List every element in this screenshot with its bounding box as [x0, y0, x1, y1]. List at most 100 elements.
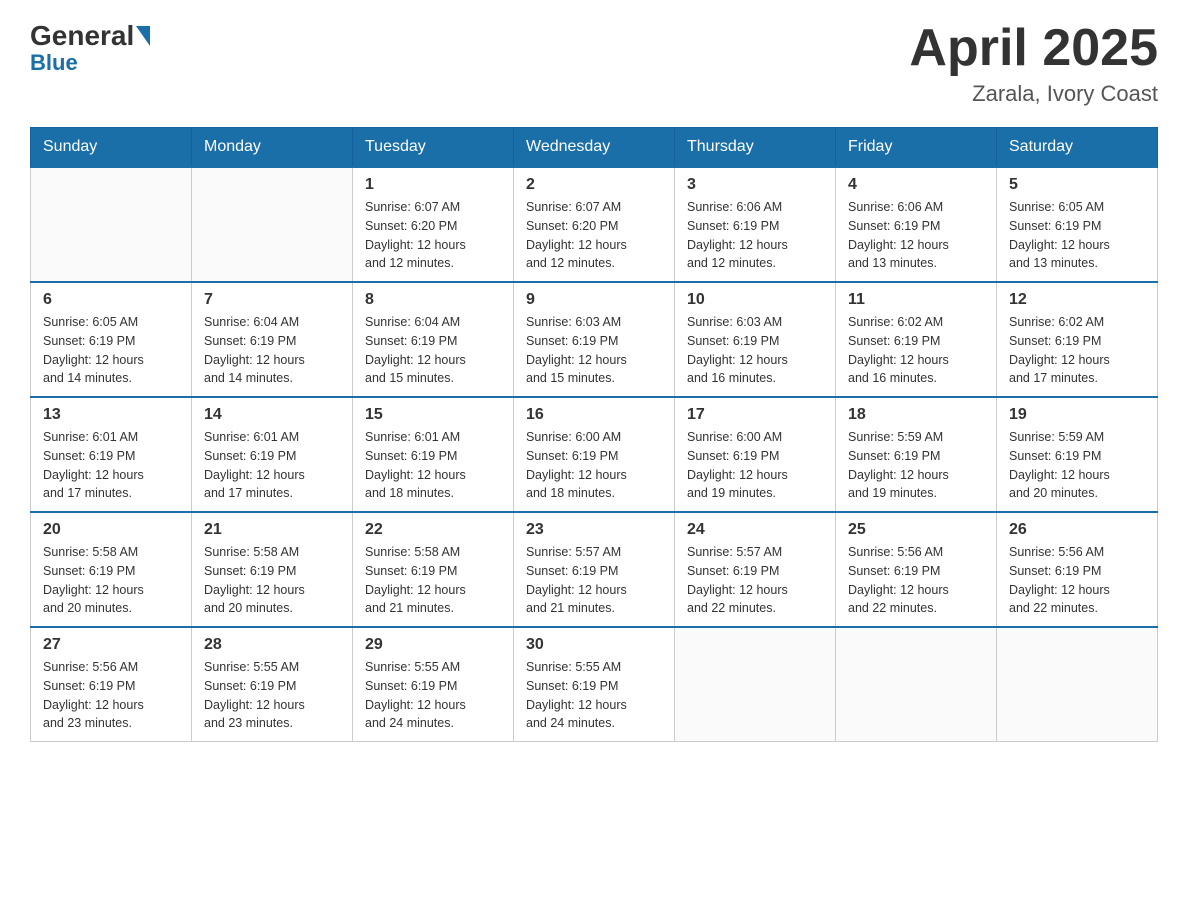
- calendar-cell: 10 Sunrise: 6:03 AM Sunset: 6:19 PM Dayli…: [675, 282, 836, 397]
- weekday-header-friday: Friday: [836, 128, 997, 168]
- day-info: Sunrise: 5:55 AM Sunset: 6:19 PM Dayligh…: [204, 658, 340, 733]
- calendar-cell: 5 Sunrise: 6:05 AM Sunset: 6:19 PM Daylig…: [997, 167, 1158, 282]
- calendar-cell: 4 Sunrise: 6:06 AM Sunset: 6:19 PM Daylig…: [836, 167, 997, 282]
- calendar-cell: 12Sunrise: 6:02 AM Sunset: 6:19 PM Dayli…: [997, 282, 1158, 397]
- day-number: 25: [848, 521, 984, 539]
- day-info: Sunrise: 5:58 AM Sunset: 6:19 PM Dayligh…: [43, 543, 179, 618]
- week-row-3: 13 Sunrise: 6:01 AM Sunset: 6:19 PM Dayli…: [31, 397, 1158, 512]
- day-number: 16: [526, 406, 662, 424]
- day-info: Sunrise: 6:05 AM Sunset: 6:19 PM Dayligh…: [43, 313, 179, 388]
- day-info: Sunrise: 5:57 AM Sunset: 6:19 PM Dayligh…: [687, 543, 823, 618]
- week-row-5: 27Sunrise: 5:56 AM Sunset: 6:19 PM Dayli…: [31, 627, 1158, 742]
- day-info: Sunrise: 5:57 AM Sunset: 6:19 PM Dayligh…: [526, 543, 662, 618]
- calendar-cell: 16 Sunrise: 6:00 AM Sunset: 6:19 PM Dayli…: [514, 397, 675, 512]
- calendar-cell: [675, 627, 836, 742]
- calendar-cell: 20 Sunrise: 5:58 AM Sunset: 6:19 PM Dayli…: [31, 512, 192, 627]
- day-number: 22: [365, 521, 501, 539]
- day-info: Sunrise: 5:58 AM Sunset: 6:19 PM Dayligh…: [365, 543, 501, 618]
- calendar-cell: 21Sunrise: 5:58 AM Sunset: 6:19 PM Dayli…: [192, 512, 353, 627]
- calendar-table: SundayMondayTuesdayWednesdayThursdayFrid…: [30, 127, 1158, 742]
- calendar-cell: 25 Sunrise: 5:56 AM Sunset: 6:19 PM Dayli…: [836, 512, 997, 627]
- day-number: 13: [43, 406, 179, 424]
- weekday-header-saturday: Saturday: [997, 128, 1158, 168]
- day-number: 7: [204, 291, 340, 309]
- day-number: 15: [365, 406, 501, 424]
- day-number: 10: [687, 291, 823, 309]
- calendar-cell: [836, 627, 997, 742]
- day-number: 26: [1009, 521, 1145, 539]
- calendar-cell: 3 Sunrise: 6:06 AM Sunset: 6:19 PM Daylig…: [675, 167, 836, 282]
- logo-general-text: General: [30, 20, 134, 52]
- day-number: 9: [526, 291, 662, 309]
- weekday-header-sunday: Sunday: [31, 128, 192, 168]
- day-number: 27: [43, 636, 179, 654]
- calendar-cell: 27Sunrise: 5:56 AM Sunset: 6:19 PM Dayli…: [31, 627, 192, 742]
- day-info: Sunrise: 6:04 AM Sunset: 6:19 PM Dayligh…: [204, 313, 340, 388]
- calendar-cell: 7 Sunrise: 6:04 AM Sunset: 6:19 PM Daylig…: [192, 282, 353, 397]
- day-info: Sunrise: 5:55 AM Sunset: 6:19 PM Dayligh…: [365, 658, 501, 733]
- calendar-cell: 11Sunrise: 6:02 AM Sunset: 6:19 PM Dayli…: [836, 282, 997, 397]
- day-number: 8: [365, 291, 501, 309]
- day-info: Sunrise: 6:06 AM Sunset: 6:19 PM Dayligh…: [687, 198, 823, 273]
- week-row-1: 1Sunrise: 6:07 AM Sunset: 6:20 PM Daylig…: [31, 167, 1158, 282]
- day-info: Sunrise: 6:02 AM Sunset: 6:19 PM Dayligh…: [1009, 313, 1145, 388]
- calendar-cell: 8 Sunrise: 6:04 AM Sunset: 6:19 PM Daylig…: [353, 282, 514, 397]
- day-info: Sunrise: 6:01 AM Sunset: 6:19 PM Dayligh…: [365, 428, 501, 503]
- day-number: 19: [1009, 406, 1145, 424]
- calendar-cell: 15 Sunrise: 6:01 AM Sunset: 6:19 PM Dayli…: [353, 397, 514, 512]
- day-number: 4: [848, 176, 984, 194]
- day-number: 3: [687, 176, 823, 194]
- day-number: 11: [848, 291, 984, 309]
- weekday-header-monday: Monday: [192, 128, 353, 168]
- calendar-cell: 23 Sunrise: 5:57 AM Sunset: 6:19 PM Dayli…: [514, 512, 675, 627]
- calendar-cell: 29Sunrise: 5:55 AM Sunset: 6:19 PM Dayli…: [353, 627, 514, 742]
- calendar-cell: 2 Sunrise: 6:07 AM Sunset: 6:20 PM Daylig…: [514, 167, 675, 282]
- day-number: 20: [43, 521, 179, 539]
- week-row-2: 6 Sunrise: 6:05 AM Sunset: 6:19 PM Daylig…: [31, 282, 1158, 397]
- day-number: 24: [687, 521, 823, 539]
- day-info: Sunrise: 5:56 AM Sunset: 6:19 PM Dayligh…: [1009, 543, 1145, 618]
- day-info: Sunrise: 6:01 AM Sunset: 6:19 PM Dayligh…: [204, 428, 340, 503]
- day-info: Sunrise: 6:05 AM Sunset: 6:19 PM Dayligh…: [1009, 198, 1145, 273]
- day-number: 2: [526, 176, 662, 194]
- day-number: 30: [526, 636, 662, 654]
- day-number: 14: [204, 406, 340, 424]
- calendar-cell: 19 Sunrise: 5:59 AM Sunset: 6:19 PM Dayli…: [997, 397, 1158, 512]
- calendar-cell: 17 Sunrise: 6:00 AM Sunset: 6:19 PM Dayli…: [675, 397, 836, 512]
- day-info: Sunrise: 6:07 AM Sunset: 6:20 PM Dayligh…: [365, 198, 501, 273]
- day-info: Sunrise: 5:59 AM Sunset: 6:19 PM Dayligh…: [848, 428, 984, 503]
- day-info: Sunrise: 6:00 AM Sunset: 6:19 PM Dayligh…: [687, 428, 823, 503]
- month-year-title: April 2025: [909, 20, 1158, 77]
- location-text: Zarala, Ivory Coast: [909, 81, 1158, 107]
- week-row-4: 20 Sunrise: 5:58 AM Sunset: 6:19 PM Dayli…: [31, 512, 1158, 627]
- title-section: April 2025 Zarala, Ivory Coast: [909, 20, 1158, 107]
- logo-triangle-icon: [136, 26, 150, 46]
- calendar-cell: [31, 167, 192, 282]
- weekday-header-tuesday: Tuesday: [353, 128, 514, 168]
- day-info: Sunrise: 6:07 AM Sunset: 6:20 PM Dayligh…: [526, 198, 662, 273]
- day-number: 17: [687, 406, 823, 424]
- day-info: Sunrise: 5:56 AM Sunset: 6:19 PM Dayligh…: [848, 543, 984, 618]
- day-info: Sunrise: 6:04 AM Sunset: 6:19 PM Dayligh…: [365, 313, 501, 388]
- weekday-header-row: SundayMondayTuesdayWednesdayThursdayFrid…: [31, 128, 1158, 168]
- calendar-cell: 28Sunrise: 5:55 AM Sunset: 6:19 PM Dayli…: [192, 627, 353, 742]
- logo: General Blue: [30, 20, 152, 76]
- weekday-header-wednesday: Wednesday: [514, 128, 675, 168]
- day-info: Sunrise: 5:59 AM Sunset: 6:19 PM Dayligh…: [1009, 428, 1145, 503]
- calendar-cell: 18 Sunrise: 5:59 AM Sunset: 6:19 PM Dayli…: [836, 397, 997, 512]
- day-number: 23: [526, 521, 662, 539]
- page-header: General Blue April 2025 Zarala, Ivory Co…: [30, 20, 1158, 107]
- calendar-cell: 6 Sunrise: 6:05 AM Sunset: 6:19 PM Daylig…: [31, 282, 192, 397]
- day-info: Sunrise: 6:00 AM Sunset: 6:19 PM Dayligh…: [526, 428, 662, 503]
- logo-blue-text: Blue: [30, 50, 78, 76]
- day-info: Sunrise: 6:03 AM Sunset: 6:19 PM Dayligh…: [687, 313, 823, 388]
- day-number: 6: [43, 291, 179, 309]
- calendar-cell: 13Sunrise: 6:01 AM Sunset: 6:19 PM Dayli…: [31, 397, 192, 512]
- day-number: 18: [848, 406, 984, 424]
- day-info: Sunrise: 6:06 AM Sunset: 6:19 PM Dayligh…: [848, 198, 984, 273]
- calendar-cell: 24 Sunrise: 5:57 AM Sunset: 6:19 PM Dayli…: [675, 512, 836, 627]
- calendar-cell: 9Sunrise: 6:03 AM Sunset: 6:19 PM Daylig…: [514, 282, 675, 397]
- weekday-header-thursday: Thursday: [675, 128, 836, 168]
- day-number: 5: [1009, 176, 1145, 194]
- calendar-cell: 26 Sunrise: 5:56 AM Sunset: 6:19 PM Dayli…: [997, 512, 1158, 627]
